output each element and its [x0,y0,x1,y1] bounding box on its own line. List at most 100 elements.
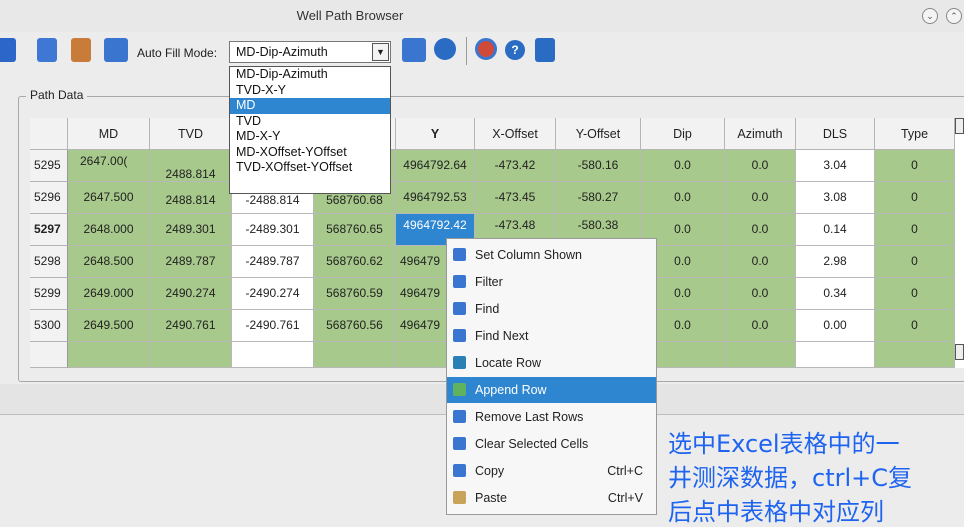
table-cell[interactable]: 568760.62 [314,246,396,278]
table-cell[interactable]: 2489.787 [150,246,232,278]
table-cell[interactable]: 0.0 [641,150,725,182]
row-header-5297[interactable]: 5297 [30,214,68,246]
table-cell[interactable]: 0.0 [725,182,796,214]
menu-item-remove-last-rows[interactable]: Remove Last Rows [447,404,656,430]
table-cell[interactable]: 0.0 [725,150,796,182]
table-cell[interactable] [875,342,955,368]
table-cell[interactable]: 4964792.53 [396,182,475,214]
table-cell[interactable]: 568760.65 [314,214,396,246]
table-cell[interactable]: 0.0 [725,278,796,310]
row-header-5298[interactable]: 5298 [30,246,68,278]
table-cell[interactable]: 2648.000 [68,214,150,246]
column-header-dls[interactable]: DLS [796,118,875,150]
table-cell[interactable]: 568760.56 [314,310,396,342]
dropdown-option[interactable]: TVD-X-Y [230,83,390,99]
exit-icon[interactable] [535,38,555,62]
table-cell[interactable]: 3.04 [796,150,875,182]
dropdown-option[interactable]: MD-XOffset-YOffset [230,145,390,161]
table-cell[interactable]: 4964792.64 [396,150,475,182]
table-cell[interactable]: 0.0 [725,310,796,342]
table-cell[interactable] [725,342,796,368]
table-cell[interactable]: 2488.814 [150,150,232,182]
minimize-button[interactable]: ⌄ [922,8,938,24]
row-header-5295[interactable]: 5295 [30,150,68,182]
column-header-tvd[interactable]: TVD [150,118,232,150]
table-cell[interactable]: -2490.761 [232,310,314,342]
table-cell[interactable] [150,342,232,368]
menu-item-clear-selected-cells[interactable]: Clear Selected Cells [447,431,656,457]
document-icon[interactable] [37,38,57,62]
table-cell[interactable]: 0 [875,310,955,342]
table-cell[interactable]: 0 [875,246,955,278]
table-cell[interactable]: -580.27 [556,182,641,214]
table-cell[interactable]: 2488.814 [150,182,232,214]
dropdown-option-highlighted[interactable]: MD [230,98,390,114]
table-cell[interactable] [232,342,314,368]
help-icon[interactable]: ? [505,40,525,60]
table-cell[interactable]: 0 [875,214,955,246]
export-table-icon[interactable] [104,38,128,62]
table-cell[interactable] [314,342,396,368]
scroll-up-arrow[interactable] [955,118,964,134]
column-header-x-offset[interactable]: X-Offset [475,118,556,150]
column-header-md[interactable]: MD [68,118,150,150]
table-cell[interactable]: 2489.301 [150,214,232,246]
menu-item-find-next[interactable]: Find Next [447,323,656,349]
table-cell[interactable]: -2489.787 [232,246,314,278]
table-cell[interactable]: -580.16 [556,150,641,182]
table-cell[interactable]: 0 [875,182,955,214]
auto-fill-mode-dropdown-list[interactable]: MD-Dip-Azimuth TVD-X-Y MD TVD MD-X-Y MD-… [229,66,391,194]
row-header-next[interactable] [30,342,68,368]
table-cell[interactable]: 3.08 [796,182,875,214]
chevron-down-icon[interactable]: ▼ [372,43,389,61]
table-cell[interactable]: 2647.00( [68,150,150,182]
table-cell[interactable]: 2647.500 [68,182,150,214]
table-cell[interactable]: 0.0 [725,246,796,278]
row-header-5299[interactable]: 5299 [30,278,68,310]
gear-icon[interactable] [434,38,456,60]
table-cell[interactable]: 0.00 [796,310,875,342]
table-cell[interactable]: 0.0 [725,214,796,246]
menu-item-find[interactable]: Find [447,296,656,322]
column-header-y-offset[interactable]: Y-Offset [556,118,641,150]
dropdown-option[interactable]: MD-X-Y [230,129,390,145]
table-cell[interactable]: 0.14 [796,214,875,246]
auto-fill-mode-select[interactable]: MD-Dip-Azimuth ▼ [229,41,391,63]
table-tool-icon[interactable] [0,38,16,62]
table-cell[interactable]: 2648.500 [68,246,150,278]
table-cell[interactable]: -473.42 [475,150,556,182]
table-cell[interactable]: -2489.301 [232,214,314,246]
import-icon[interactable] [71,38,91,62]
table-cell[interactable]: 0.34 [796,278,875,310]
row-header-5300[interactable]: 5300 [30,310,68,342]
dropdown-option[interactable]: MD-Dip-Azimuth [230,67,390,83]
table-cell[interactable]: 2649.500 [68,310,150,342]
dropdown-option[interactable]: TVD [230,114,390,130]
table-cell[interactable] [68,342,150,368]
table-cell[interactable]: 2490.761 [150,310,232,342]
table-cell[interactable]: 0.0 [641,182,725,214]
table-cell[interactable]: 0 [875,150,955,182]
table-cell[interactable]: 568760.59 [314,278,396,310]
table-cell[interactable]: 2.98 [796,246,875,278]
dropdown-option[interactable]: TVD-XOffset-YOffset [230,160,390,176]
menu-item-copy[interactable]: Copy Ctrl+C [447,458,656,484]
table-cell[interactable]: 0 [875,278,955,310]
table-cell[interactable]: -2490.274 [232,278,314,310]
menu-item-filter[interactable]: Filter [447,269,656,295]
target-icon[interactable] [475,38,497,60]
maximize-button[interactable]: ⌃ [946,8,962,24]
scroll-down-arrow[interactable] [955,344,964,360]
table-scrollbar[interactable] [955,118,964,368]
table-cell[interactable] [796,342,875,368]
grid-tool-icon[interactable] [402,38,426,62]
column-header-dip[interactable]: Dip [641,118,725,150]
menu-item-paste[interactable]: Paste Ctrl+V [447,485,656,511]
column-header-type[interactable]: Type [875,118,955,150]
row-header-5296[interactable]: 5296 [30,182,68,214]
column-header-y[interactable]: Y [396,118,475,150]
column-header-azimuth[interactable]: Azimuth [725,118,796,150]
table-cell[interactable]: -473.45 [475,182,556,214]
menu-item-append-row[interactable]: Append Row [447,377,656,403]
menu-item-locate-row[interactable]: Locate Row [447,350,656,376]
